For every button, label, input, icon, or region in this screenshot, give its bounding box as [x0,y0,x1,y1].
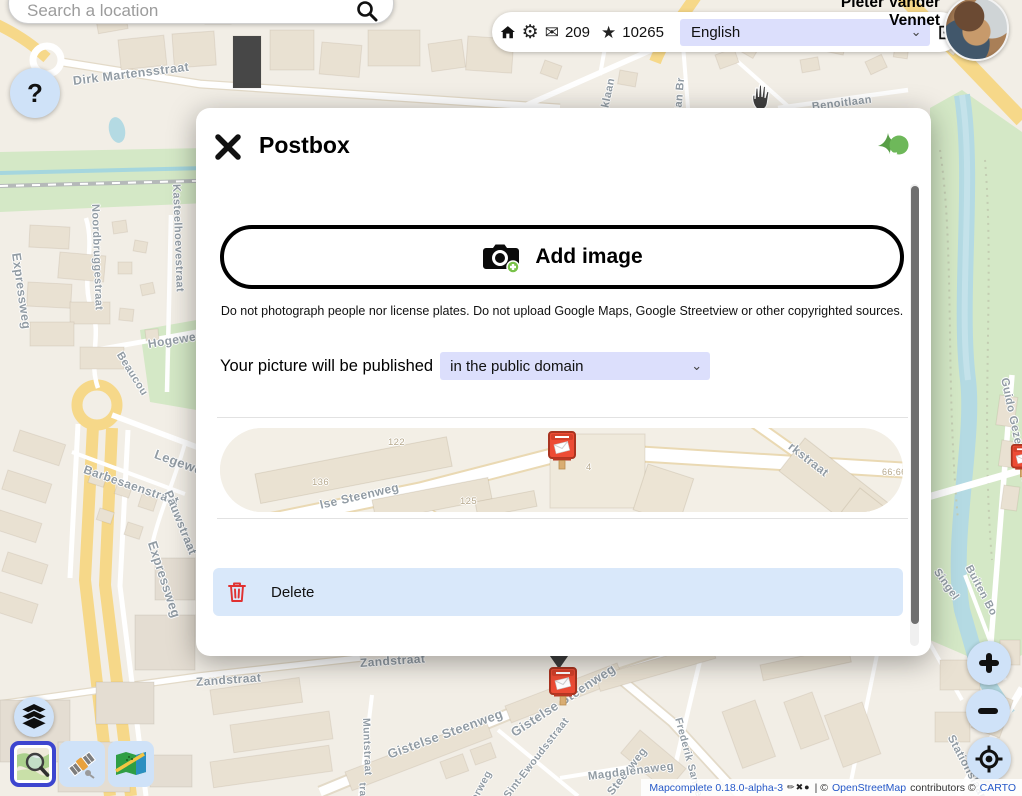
search-icon[interactable] [355,0,379,23]
folded-map-icon [114,750,148,778]
style-osm-carto-button[interactable] [10,741,56,787]
home-icon[interactable] [500,24,516,40]
messages-count: 209 [565,24,590,41]
osm-map-icon [16,747,50,781]
camera-icon [481,240,521,274]
postbox-dialog: Postbox Add image Do not photograph peop… [196,108,931,656]
background-style-switcher [10,741,154,787]
attribution-contributors: contributors © [910,782,976,794]
zoom-in-button[interactable] [967,641,1011,685]
search-bar[interactable] [8,0,394,24]
hand-cursor [748,82,774,110]
add-image-label: Add image [535,245,642,269]
postbox-marker-minimap[interactable] [547,430,577,470]
layers-button[interactable] [14,697,54,737]
trash-icon [227,581,247,603]
changeset-count: 10265 [622,24,664,41]
license-prefix: Your picture will be published [220,357,433,376]
help-label: ? [27,78,43,109]
delete-label: Delete [271,584,314,601]
language-value: English [691,24,740,41]
divider [217,417,908,418]
postbox-marker-partial[interactable] [1010,443,1022,478]
style-map-button[interactable] [108,741,154,787]
minus-icon [976,699,1000,723]
geolocate-button[interactable] [967,737,1011,781]
feature-minimap[interactable]: 122136lse Steenweg1254rkstraat66;66 [220,428,903,512]
attribution-separator: | © [815,782,828,794]
layers-icon [19,702,49,732]
satellite-icon [66,748,98,780]
style-satellite-button[interactable] [59,741,105,787]
plus-icon [977,651,1001,675]
license-row: Your picture will be published in the pu… [220,352,710,380]
messages-envelope-icon[interactable]: ✉ [545,24,559,41]
license-select[interactable]: in the public domain ⌄ [440,352,710,380]
dialog-title: Postbox [259,132,350,159]
help-button[interactable]: ? [10,68,60,118]
license-value: in the public domain [450,358,583,375]
attribution-bar: Mapcomplete 0.18.0-alpha-3 ✏✖● | © OpenS… [641,779,1022,796]
modal-scrollbar[interactable] [910,184,919,646]
add-image-button[interactable]: Add image [220,225,904,289]
postbox-marker[interactable] [548,666,578,706]
user-name: Pieter Vander Vennet [790,0,940,30]
settings-gear-icon[interactable]: ⚙ [522,23,539,42]
close-icon[interactable] [215,134,241,160]
osm-link[interactable]: OpenStreetMap [832,782,906,794]
zoom-out-button[interactable] [966,689,1010,733]
park-area [930,90,1022,668]
divider [217,518,908,519]
chevron-down-icon: ⌄ [691,358,702,374]
search-input[interactable] [9,0,351,21]
delete-button[interactable]: Delete [213,568,903,616]
scrollbar-thumb[interactable] [911,186,919,624]
star-icon: ★ [601,24,616,41]
attribution-icons: ✏✖● [787,782,811,793]
mapcomplete-app: Dirk MartensstraatExpresswegNoordbrugges… [0,0,1022,796]
mapcomplete-version-link[interactable]: Mapcomplete 0.18.0-alpha-3 [649,782,783,794]
carto-link[interactable]: CARTO [980,782,1016,794]
crosshair-icon [975,745,1003,773]
image-policy-note: Do not photograph people nor license pla… [220,298,904,325]
mapcomplete-logo-icon [876,132,910,166]
